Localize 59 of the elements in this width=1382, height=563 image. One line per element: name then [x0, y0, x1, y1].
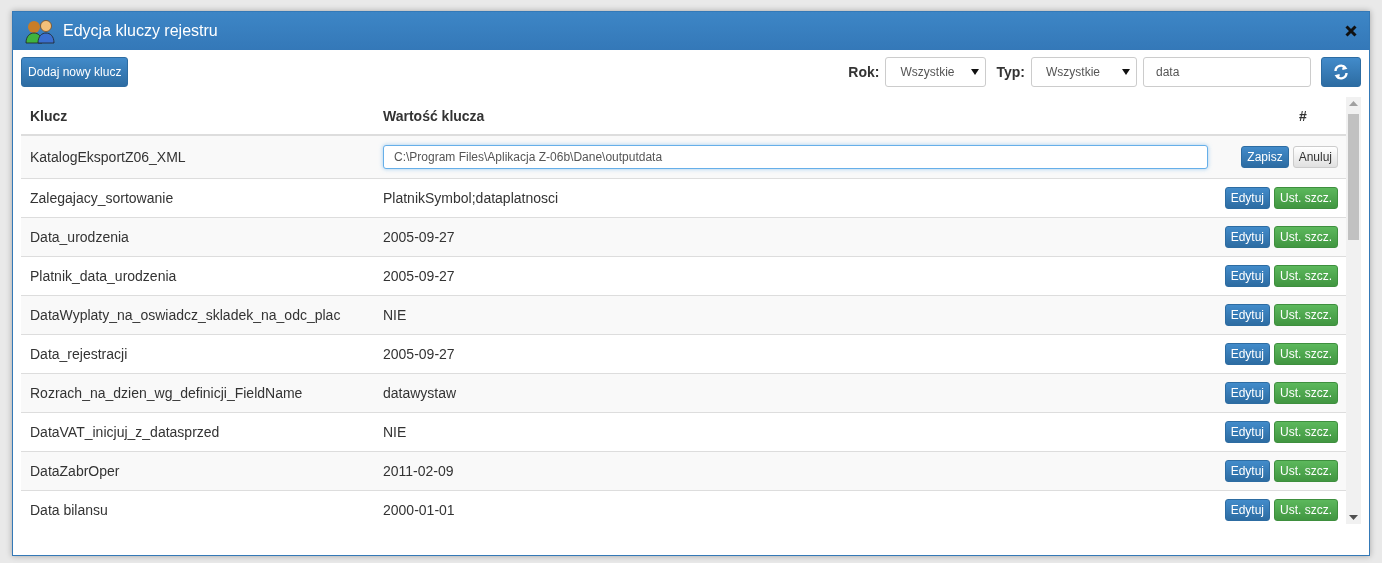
caret-icon — [1122, 68, 1130, 75]
value-cell-text: 2011-02-09 — [383, 463, 455, 479]
edit-button[interactable]: Edytuj — [1224, 187, 1270, 209]
edit-button[interactable]: Edytuj — [1224, 343, 1270, 365]
edit-button[interactable]: Edytuj — [1224, 499, 1270, 521]
cancel-button[interactable]: Anuluj — [1292, 146, 1338, 168]
value-cell-text: 2005-09-27 — [383, 229, 456, 245]
key-cell-text: DataWyplaty_na_oswiadcz_skladek_na_odc_plac — [30, 307, 342, 323]
settings-button[interactable]: Ust. szcz. — [1274, 265, 1338, 287]
value-field[interactable]: C:\Program Files\Aplikacja Z-06b\Dane\outputdata — [383, 145, 1208, 169]
value-cell-text: datawystaw — [383, 385, 458, 401]
refresh-button[interactable] — [1321, 56, 1361, 87]
window-title: Edycja kluczy rejestru — [63, 22, 219, 40]
value-cell-text: 2000-01-01 — [383, 502, 456, 518]
column-header: Klucz — [30, 107, 68, 124]
key-cell-text: Data bilansu — [30, 502, 109, 518]
key-cell-text: DataVAT_inicjuj_z_datasprzed — [30, 424, 221, 440]
settings-button[interactable]: Ust. szcz. — [1274, 460, 1338, 482]
caret-icon — [971, 68, 980, 75]
edit-button[interactable]: Edytuj — [1224, 382, 1270, 404]
settings-button[interactable]: Ust. szcz. — [1274, 499, 1338, 521]
edit-button[interactable]: Edytuj — [1224, 265, 1270, 287]
key-cell-text: Data_rejestracji — [30, 346, 129, 362]
settings-button[interactable]: Ust. szcz. — [1274, 304, 1338, 326]
type-label: Typ: — [996, 63, 1025, 80]
key-cell-text: DataZabrOper — [30, 463, 121, 479]
year-label: Rok: — [848, 63, 880, 80]
edit-button[interactable]: Edytuj — [1224, 460, 1270, 482]
settings-button[interactable]: Ust. szcz. — [1274, 382, 1338, 404]
edit-button[interactable]: Edytuj — [1224, 304, 1270, 326]
settings-button[interactable]: Ust. szcz. — [1274, 226, 1338, 248]
year-dropdown[interactable]: Wszystkie — [885, 56, 987, 87]
scrollbar[interactable] — [1346, 97, 1361, 524]
refresh-icon — [1333, 63, 1349, 80]
users-icon — [25, 18, 55, 44]
value-cell-text: PlatnikSymbol;dataplatnosci — [383, 190, 560, 206]
scroll-down-icon[interactable] — [1349, 515, 1358, 520]
key-cell-text: Data_urodzenia — [30, 229, 130, 245]
settings-button[interactable]: Ust. szcz. — [1274, 421, 1338, 443]
column-header: Wartość klucza — [383, 107, 485, 124]
search-field[interactable]: data — [1143, 56, 1311, 87]
scrollbar-thumb[interactable] — [1348, 114, 1359, 240]
key-cell-text: KatalogEksportZ06_XML — [30, 149, 187, 165]
key-cell-text: Zalegajacy_sortowanie — [30, 190, 175, 206]
edit-button[interactable]: Edytuj — [1224, 421, 1270, 443]
add-key-button[interactable]: Dodaj nowy klucz — [21, 56, 129, 87]
column-header: # — [1299, 107, 1307, 124]
value-cell-text: 2005-09-27 — [383, 346, 456, 362]
type-dropdown[interactable]: Wszystkie — [1031, 56, 1137, 87]
value-cell-text: 2005-09-27 — [383, 268, 456, 284]
key-cell-text: Platnik_data_urodzenia — [30, 268, 178, 284]
save-button[interactable]: Zapisz — [1241, 146, 1289, 168]
value-cell-text: NIE — [383, 424, 408, 440]
key-cell-text: Rozrach_na_dzien_wg_definicji_FieldName — [30, 385, 304, 401]
settings-button[interactable]: Ust. szcz. — [1274, 187, 1338, 209]
settings-button[interactable]: Ust. szcz. — [1274, 343, 1338, 365]
close-icon[interactable] — [1345, 25, 1357, 37]
value-cell-text: NIE — [383, 307, 408, 323]
edit-button[interactable]: Edytuj — [1224, 226, 1270, 248]
